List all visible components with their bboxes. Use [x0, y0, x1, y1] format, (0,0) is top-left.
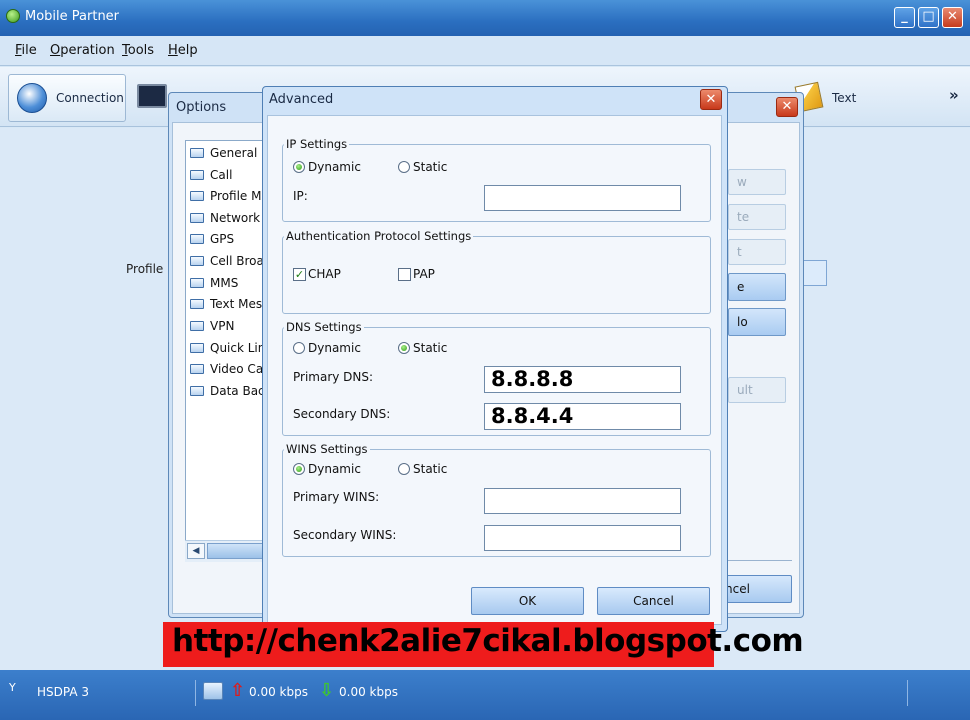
ip-label: IP:: [293, 189, 308, 203]
profile-delete-button[interactable]: te: [728, 204, 786, 230]
tree-item-cell-broadcast[interactable]: Cell Broad: [190, 252, 271, 270]
ip-settings-title: IP Settings: [284, 137, 350, 151]
advanced-title: Advanced: [269, 92, 334, 107]
primary-wins-input[interactable]: [484, 488, 681, 514]
status-bar: [0, 670, 970, 720]
dns-static-radio[interactable]: Static: [398, 341, 447, 355]
secondary-dns-label: Secondary DNS:: [293, 407, 391, 421]
auth-settings-title: Authentication Protocol Settings: [284, 229, 474, 243]
minimize-button[interactable]: _: [894, 7, 915, 28]
profile-default-button[interactable]: ult: [728, 377, 786, 403]
divider: [728, 560, 792, 561]
secondary-wins-input[interactable]: [484, 525, 681, 551]
tree-item-mms[interactable]: MMS: [190, 274, 238, 292]
folder-icon: [190, 213, 204, 223]
radio-icon: [293, 342, 305, 354]
folder-icon: [190, 364, 204, 374]
folder-icon: [190, 386, 204, 396]
folder-icon: [190, 234, 204, 244]
watermark-url: http://chenk2alie7cikal.blogspot.com: [172, 623, 804, 659]
cancel-button[interactable]: Cancel: [597, 587, 710, 615]
text-label[interactable]: Text: [832, 91, 856, 105]
network-type: HSDPA 3: [37, 685, 90, 699]
folder-icon: [190, 278, 204, 288]
secondary-wins-label: Secondary WINS:: [293, 528, 397, 542]
tree-item-video-call[interactable]: Video Call: [190, 360, 270, 378]
profile-new-button[interactable]: w: [728, 169, 786, 195]
radio-icon: [398, 463, 410, 475]
folder-icon: [190, 256, 204, 266]
network-device-icon: [203, 682, 223, 700]
checkbox-checked-icon: ✓: [293, 267, 306, 281]
advanced-close-button[interactable]: ✕: [700, 89, 722, 110]
download-speed: 0.00 kbps: [339, 685, 398, 699]
upload-speed: 0.00 kbps: [249, 685, 308, 699]
folder-icon: [190, 148, 204, 158]
folder-icon: [190, 343, 204, 353]
folder-icon: [190, 170, 204, 180]
folder-icon: [190, 299, 204, 309]
tree-item-text-message[interactable]: Text Mess: [190, 295, 268, 313]
tree-item-network[interactable]: Network: [190, 209, 260, 227]
folder-open-icon: [190, 191, 204, 201]
tree-item-vpn[interactable]: VPN: [190, 317, 234, 335]
dns-settings-title: DNS Settings: [284, 320, 364, 334]
dns-dynamic-radio[interactable]: Dynamic: [293, 341, 361, 355]
tree-item-quick-link[interactable]: Quick Link: [190, 339, 272, 357]
wins-dynamic-radio[interactable]: Dynamic: [293, 462, 361, 476]
folder-icon: [190, 321, 204, 331]
connection-label: Connection: [56, 91, 124, 105]
close-window-button[interactable]: ✕: [942, 7, 963, 28]
profile-edit-button[interactable]: t: [728, 239, 786, 265]
ip-address-input[interactable]: [484, 185, 681, 211]
tree-item-general[interactable]: General: [190, 144, 257, 162]
radio-selected-icon: [293, 463, 305, 475]
primary-dns-input[interactable]: 8.8.8.8: [484, 366, 681, 393]
ok-button[interactable]: OK: [471, 587, 584, 615]
checkbox-icon: [398, 267, 411, 281]
wins-static-radio[interactable]: Static: [398, 462, 447, 476]
options-close-button[interactable]: ✕: [776, 97, 798, 117]
connection-icon: [17, 83, 47, 113]
profile-advanced-button[interactable]: lo: [728, 308, 786, 336]
maximize-button[interactable]: □: [918, 7, 939, 28]
app-logo-icon: [6, 9, 20, 23]
menu-tools[interactable]: Tools: [122, 43, 154, 58]
title-bar: [0, 0, 970, 36]
menu-operation[interactable]: Operation: [50, 43, 115, 58]
chap-checkbox[interactable]: ✓ CHAP: [293, 267, 341, 281]
scroll-thumb[interactable]: [207, 543, 267, 559]
window-title: Mobile Partner: [25, 9, 120, 24]
signal-strength-icon: Y: [9, 681, 16, 694]
auth-settings-group: [282, 236, 711, 314]
profile-save-button[interactable]: e: [728, 273, 786, 301]
ip-static-radio[interactable]: Static: [398, 160, 447, 174]
primary-dns-label: Primary DNS:: [293, 370, 374, 384]
scroll-left-icon[interactable]: ◀: [187, 543, 205, 559]
wins-settings-title: WINS Settings: [284, 442, 370, 456]
download-arrow-icon: ⇩: [319, 680, 335, 701]
divider: [195, 680, 196, 706]
divider: [907, 680, 908, 706]
pap-checkbox[interactable]: PAP: [398, 267, 435, 281]
secondary-dns-input[interactable]: 8.8.4.4: [484, 403, 681, 430]
menu-file[interactable]: File: [15, 43, 37, 58]
tree-item-call[interactable]: Call: [190, 166, 232, 184]
ip-dynamic-radio[interactable]: Dynamic: [293, 160, 361, 174]
options-title: Options: [176, 100, 227, 115]
upload-arrow-icon: ⇧: [230, 680, 246, 701]
primary-wins-label: Primary WINS:: [293, 490, 380, 504]
radio-selected-icon: [398, 342, 410, 354]
tree-item-data-backup[interactable]: Data Back: [190, 382, 272, 400]
menu-help[interactable]: Help: [168, 43, 198, 58]
tree-item-gps[interactable]: GPS: [190, 230, 234, 248]
radio-selected-icon: [293, 161, 305, 173]
statistics-icon[interactable]: [137, 84, 167, 108]
radio-icon: [398, 161, 410, 173]
more-chevron-icon[interactable]: »: [949, 86, 959, 104]
